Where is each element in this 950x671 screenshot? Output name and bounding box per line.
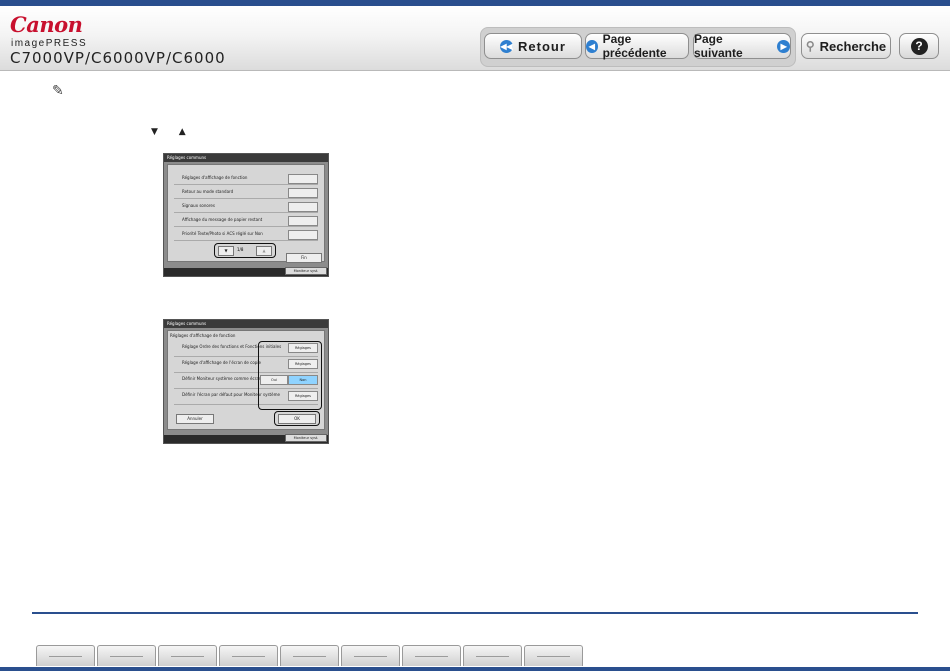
settings-panel: Réglages d'affichage de fonction Réglage…: [167, 330, 325, 430]
list-item: Réglages d'affichage de fonction: [174, 173, 318, 185]
row-button: [288, 174, 318, 184]
previous-page-label: Page précédente: [602, 32, 667, 60]
chapter-tab-4[interactable]: [219, 645, 278, 666]
arrow-up-icon: ▲: [178, 127, 186, 137]
search-button[interactable]: ⚲ Recherche: [801, 33, 891, 59]
help-button[interactable]: ?: [899, 33, 939, 59]
chapter-tab-6[interactable]: [341, 645, 400, 666]
system-monitor-button: Moniteur syst.: [285, 267, 327, 275]
system-monitor-button: Moniteur syst.: [285, 434, 327, 442]
search-label: Recherche: [819, 38, 887, 54]
settings-screenshot-1: Réglages communs Réglages d'affichage de…: [163, 153, 329, 277]
chapter-tab-3[interactable]: [158, 645, 217, 666]
list-item: Retour au mode standard: [174, 187, 318, 199]
help-icon: ?: [910, 37, 928, 55]
end-button: Fin: [286, 253, 322, 263]
chapter-tab-9[interactable]: [524, 645, 583, 666]
cancel-button: Annuler: [176, 414, 214, 424]
settings-screenshot-2: Réglages communs Réglages d'affichage de…: [163, 319, 329, 444]
chapter-tab-7[interactable]: [402, 645, 461, 666]
chapter-tab-8[interactable]: [463, 645, 522, 666]
row-button: [288, 202, 318, 212]
arrow-right-icon: ▶: [777, 39, 790, 53]
highlight-frame: [258, 341, 322, 410]
bottom-accent-bar: [0, 667, 950, 671]
footer-divider: [32, 612, 918, 614]
status-bar: Moniteur syst.: [164, 267, 328, 276]
settings-panel: Réglages d'affichage de fonction Retour …: [167, 164, 325, 262]
row-label: Signaux sonores: [182, 203, 215, 208]
arrow-left-icon: ◀: [586, 39, 598, 53]
list-item: Affichage du message de papier restant: [174, 215, 318, 227]
highlight-frame: [214, 243, 276, 258]
chapter-tab-2[interactable]: [97, 645, 156, 666]
product-name: imagePRESS: [11, 38, 88, 49]
rewind-icon: ◀◀: [500, 39, 514, 53]
back-label: Retour: [518, 38, 566, 54]
model-name: C7000VP/C6000VP/C6000: [10, 49, 226, 67]
row-label: Réglage d'affichage de l'écran de copie: [182, 360, 261, 365]
row-button: [288, 216, 318, 226]
screen-title: Réglages communs: [164, 320, 328, 328]
row-label: Affichage du message de papier restant: [182, 217, 263, 222]
next-page-label: Page suivante: [694, 32, 743, 60]
list-item: Priorité Texte/Photo si ACS réglé sur No…: [174, 229, 318, 241]
search-icon: ⚲: [805, 39, 815, 53]
pencil-note-icon: ✎: [52, 83, 64, 99]
arrow-keys: ▼ ▲: [151, 127, 204, 137]
panel-subtitle: Réglages d'affichage de fonction: [170, 333, 236, 338]
previous-page-button[interactable]: ◀ Page précédente: [585, 32, 689, 60]
screen-title: Réglages communs: [164, 154, 328, 162]
chapter-tab-1[interactable]: [36, 645, 95, 666]
arrow-down-icon: ▼: [151, 127, 158, 137]
chapter-tab-5[interactable]: [280, 645, 339, 666]
brand-logo: Canon: [10, 12, 83, 37]
next-page-button[interactable]: Page suivante ▶: [693, 32, 791, 60]
highlight-frame: [274, 411, 320, 426]
row-label: Priorité Texte/Photo si ACS réglé sur No…: [182, 231, 263, 236]
row-button: [288, 230, 318, 240]
list-item: Signaux sonores: [174, 201, 318, 213]
row-button: [288, 188, 318, 198]
row-label: Retour au mode standard: [182, 189, 234, 194]
bottom-tabs: [36, 645, 585, 667]
back-button[interactable]: ◀◀ Retour: [484, 33, 582, 59]
row-label: Réglages d'affichage de fonction: [182, 175, 248, 180]
status-bar: Moniteur syst.: [164, 434, 328, 443]
